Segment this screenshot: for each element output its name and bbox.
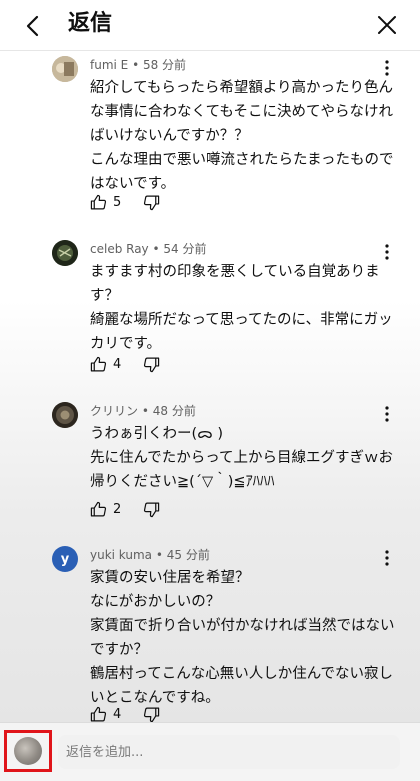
comment-meta: yuki kuma • 45 分前 (90, 548, 210, 562)
like-button[interactable]: 5 (90, 194, 121, 211)
comment-time: 48 分前 (152, 404, 196, 418)
back-arrow-icon[interactable] (18, 12, 46, 40)
like-count: 2 (113, 501, 122, 517)
like-button[interactable]: 4 (90, 356, 121, 373)
thumbs-up-icon (90, 706, 107, 721)
comment-text: 紹介してもらったら希望額より高かったり色ん な事情に合わなくてもそこに決めてやら… (90, 76, 394, 196)
comment-item: y yuki kuma • 45 分前 家賃の安い住居を希望？ なにがおかしいの… (0, 546, 420, 726)
dislike-button[interactable] (143, 706, 160, 723)
comment-line: ばいけないんですか？？ (90, 128, 249, 144)
comment-line: 鶴居村ってこんな心無い人しか住んでない寂し (90, 666, 394, 682)
comment-author: yuki kuma (90, 548, 153, 562)
comment-text: うわぁ引くわー(ᯅ ) 先に住んでたからって上から目線エグすぎｗお 帰りください… (90, 422, 394, 494)
comment-author: celeb Ray (90, 242, 149, 256)
comment-item: celeb Ray • 54 分前 ますます村の印象を悪くしている自覚ありま す… (0, 240, 420, 380)
close-icon[interactable] (374, 12, 400, 38)
comment-line: 紹介してもらったら希望額より高かったり色ん (90, 80, 394, 96)
comment-time: 45 分前 (166, 548, 210, 562)
comment-line: 家賃面で折り合いが付かなければ当然ではない (90, 618, 395, 634)
comment-line: 帰りください≧(´▽｀)≦ｱﾊﾊﾊ (90, 474, 275, 490)
like-count: 4 (113, 706, 122, 722)
header: 返信 (0, 0, 420, 51)
reply-bar (0, 722, 420, 781)
comment-line: ですか？ (90, 642, 148, 658)
avatar[interactable] (52, 56, 78, 82)
comment-line: 綺麗な場所だなって思ってたのに、非常にガッ (90, 312, 393, 328)
thumbs-down-icon (144, 357, 160, 372)
avatar[interactable] (52, 240, 78, 266)
comment-actions: 5 (90, 191, 160, 213)
comment-time: 54 分前 (163, 242, 207, 256)
highlight-box (4, 730, 52, 772)
thumbs-down-icon (144, 502, 160, 517)
comment-line: うわぁ引くわー(ᯅ ) (90, 426, 224, 442)
comment-meta: クリリン • 48 分前 (90, 404, 196, 418)
my-avatar[interactable] (14, 737, 42, 765)
dislike-button[interactable] (143, 356, 160, 373)
comment-meta: celeb Ray • 54 分前 (90, 242, 207, 256)
avatar[interactable] (52, 402, 78, 428)
thumbs-up-icon (90, 356, 107, 371)
thumbs-up-icon (90, 194, 107, 209)
thumbs-down-icon (144, 195, 160, 210)
comment-line: す？ (90, 288, 119, 304)
like-count: 5 (113, 194, 122, 210)
like-button[interactable]: 2 (90, 501, 121, 518)
avatar[interactable]: y (52, 546, 78, 572)
comment-line: ますます村の印象を悪くしている自覚ありま (90, 264, 380, 280)
like-count: 4 (113, 356, 122, 372)
comment-line: こんな理由で悪い噂流されたらたまったもので (90, 152, 394, 168)
thumbs-down-icon (144, 707, 160, 722)
comment-line: 先に住んでたからって上から目線エグすぎｗお (90, 450, 394, 466)
comment-line: 家賃の安い住居を希望？ (90, 570, 250, 586)
comment-text: 家賃の安い住居を希望？ なにがおかしいの？ 家賃面で折り合いが付かなければ当然で… (90, 566, 395, 710)
dislike-button[interactable] (143, 501, 160, 518)
page-title: 返信 (68, 11, 113, 36)
reply-input[interactable] (58, 735, 400, 769)
comment-author: fumi E (90, 58, 129, 72)
comment-author: クリリン (90, 404, 139, 418)
comment-meta: fumi E • 58 分前 (90, 58, 187, 72)
like-button[interactable]: 4 (90, 706, 121, 723)
comment-time: 58 分前 (142, 58, 187, 72)
avatar-letter: y (60, 551, 70, 567)
comment-line: なにがおかしいの？ (90, 594, 221, 610)
comment-text: ますます村の印象を悪くしている自覚ありま す？ 綺麗な場所だなって思ってたのに、… (90, 260, 393, 356)
thumbs-up-icon (90, 501, 107, 516)
comment-item: fumi E • 58 分前 紹介してもらったら希望額より高かったり色ん な事情… (0, 56, 420, 216)
comment-item: クリリン • 48 分前 うわぁ引くわー(ᯅ ) 先に住んでたからって上から目線… (0, 402, 420, 522)
comment-actions: 4 (90, 353, 160, 375)
comment-line: な事情に合わなくてもそこに決めてやらなけれ (90, 104, 394, 120)
comment-actions: 2 (90, 498, 160, 520)
dislike-button[interactable] (143, 194, 160, 211)
